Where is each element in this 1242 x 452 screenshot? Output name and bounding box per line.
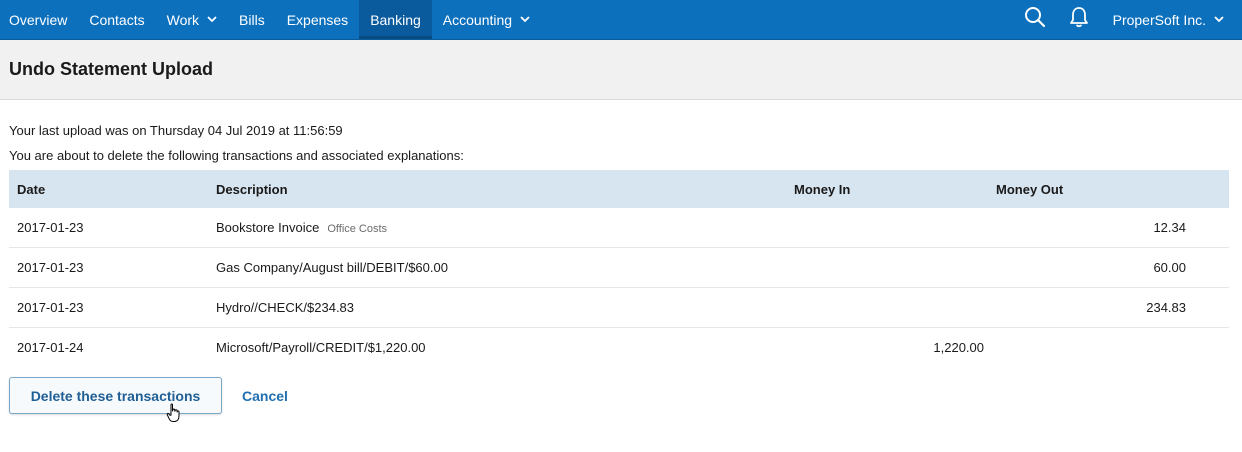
nav-overview[interactable]: Overview [0,0,78,39]
nav-bills[interactable]: Bills [228,0,276,39]
company-name: ProperSoft Inc. [1112,11,1206,28]
nav-work-label: Work [166,11,200,28]
table-row: 2017-01-24 Microsoft/Payroll/CREDIT/$1,2… [9,328,1229,368]
table-header-row: Date Description Money In Money Out [9,170,1229,208]
nav-bills-label: Bills [239,11,265,28]
hand-pointer-icon [166,403,182,426]
cell-money-out [988,328,1229,368]
cell-money-in: 1,220.00 [933,340,984,355]
column-header-date: Date [17,181,46,197]
nav-banking-label: Banking [370,11,421,28]
form-actions: Delete these transactions Cancel [9,377,1229,422]
main-content: Your last upload was on Thursday 04 Jul … [0,123,1242,422]
nav-accounting-label: Accounting [442,11,513,28]
transaction-description: Bookstore Invoice [216,220,320,235]
page-header: Undo Statement Upload [0,40,1242,100]
cell-date: 2017-01-23 [9,208,208,248]
last-upload-text: Your last upload was on Thursday 04 Jul … [9,123,343,138]
nav-overview-label: Overview [9,11,68,28]
bell-icon [1069,6,1089,33]
cell-description: Gas Company/August bill/DEBIT/$60.00 [208,247,786,288]
company-menu[interactable]: ProperSoft Inc. [1101,12,1242,28]
cell-description: Microsoft/Payroll/CREDIT/$1,220.00 [216,340,426,355]
category-label: Office Costs [327,223,388,235]
page-title: Undo Statement Upload [9,59,214,79]
top-navigation-bar: Overview Contacts Work Bills Expenses Ba… [0,0,1242,40]
column-header-money-out: Money Out [996,181,1064,197]
cell-date: 2017-01-23 [9,247,208,288]
cell-description: Bookstore Invoice Office Costs [208,208,786,248]
cell-date: 2017-01-24 [17,340,84,355]
cell-money-in [786,287,988,328]
search-button[interactable] [1013,0,1057,40]
nav-expenses[interactable]: Expenses [276,0,359,39]
table-row: 2017-01-23 Gas Company/August bill/DEBIT… [9,247,1229,288]
chevron-down-icon [520,16,530,23]
cell-money-out: 12.34 [988,208,1229,248]
cell-money-in [786,208,988,248]
transactions-table: Date Description Money In Money Out 2017… [9,170,1229,367]
column-header-money-in: Money In [794,181,851,197]
chevron-down-icon [207,16,217,23]
nav-work[interactable]: Work [156,0,228,39]
search-icon [1024,6,1046,33]
cell-money-out: 234.83 [988,287,1229,328]
delete-warning-text: You are about to delete the following tr… [9,148,464,163]
delete-button-label: Delete these transactions [30,387,201,404]
cell-date: 2017-01-23 [9,287,208,328]
cell-money-in [786,247,988,288]
nav-accounting[interactable]: Accounting [432,0,541,39]
delete-transactions-button[interactable]: Delete these transactions [9,377,222,422]
cell-description: Hydro//CHECK/$234.83 [208,287,786,328]
column-header-description: Description [216,181,288,197]
table-row: 2017-01-23 Bookstore Invoice Office Costs… [9,208,1229,248]
nav-expenses-label: Expenses [286,11,349,28]
nav-contacts-label: Contacts [89,11,145,28]
cell-money-out: 60.00 [988,247,1229,288]
main-menu: Overview Contacts Work Bills Expenses Ba… [0,0,541,39]
nav-banking[interactable]: Banking [359,0,432,39]
nav-utilities: ProperSoft Inc. [1013,0,1242,39]
chevron-down-icon [1214,16,1224,23]
notifications-button[interactable] [1057,0,1101,40]
nav-contacts[interactable]: Contacts [78,0,155,39]
table-row: 2017-01-23 Hydro//CHECK/$234.83 234.83 [9,287,1229,328]
cancel-link[interactable]: Cancel [242,388,288,404]
